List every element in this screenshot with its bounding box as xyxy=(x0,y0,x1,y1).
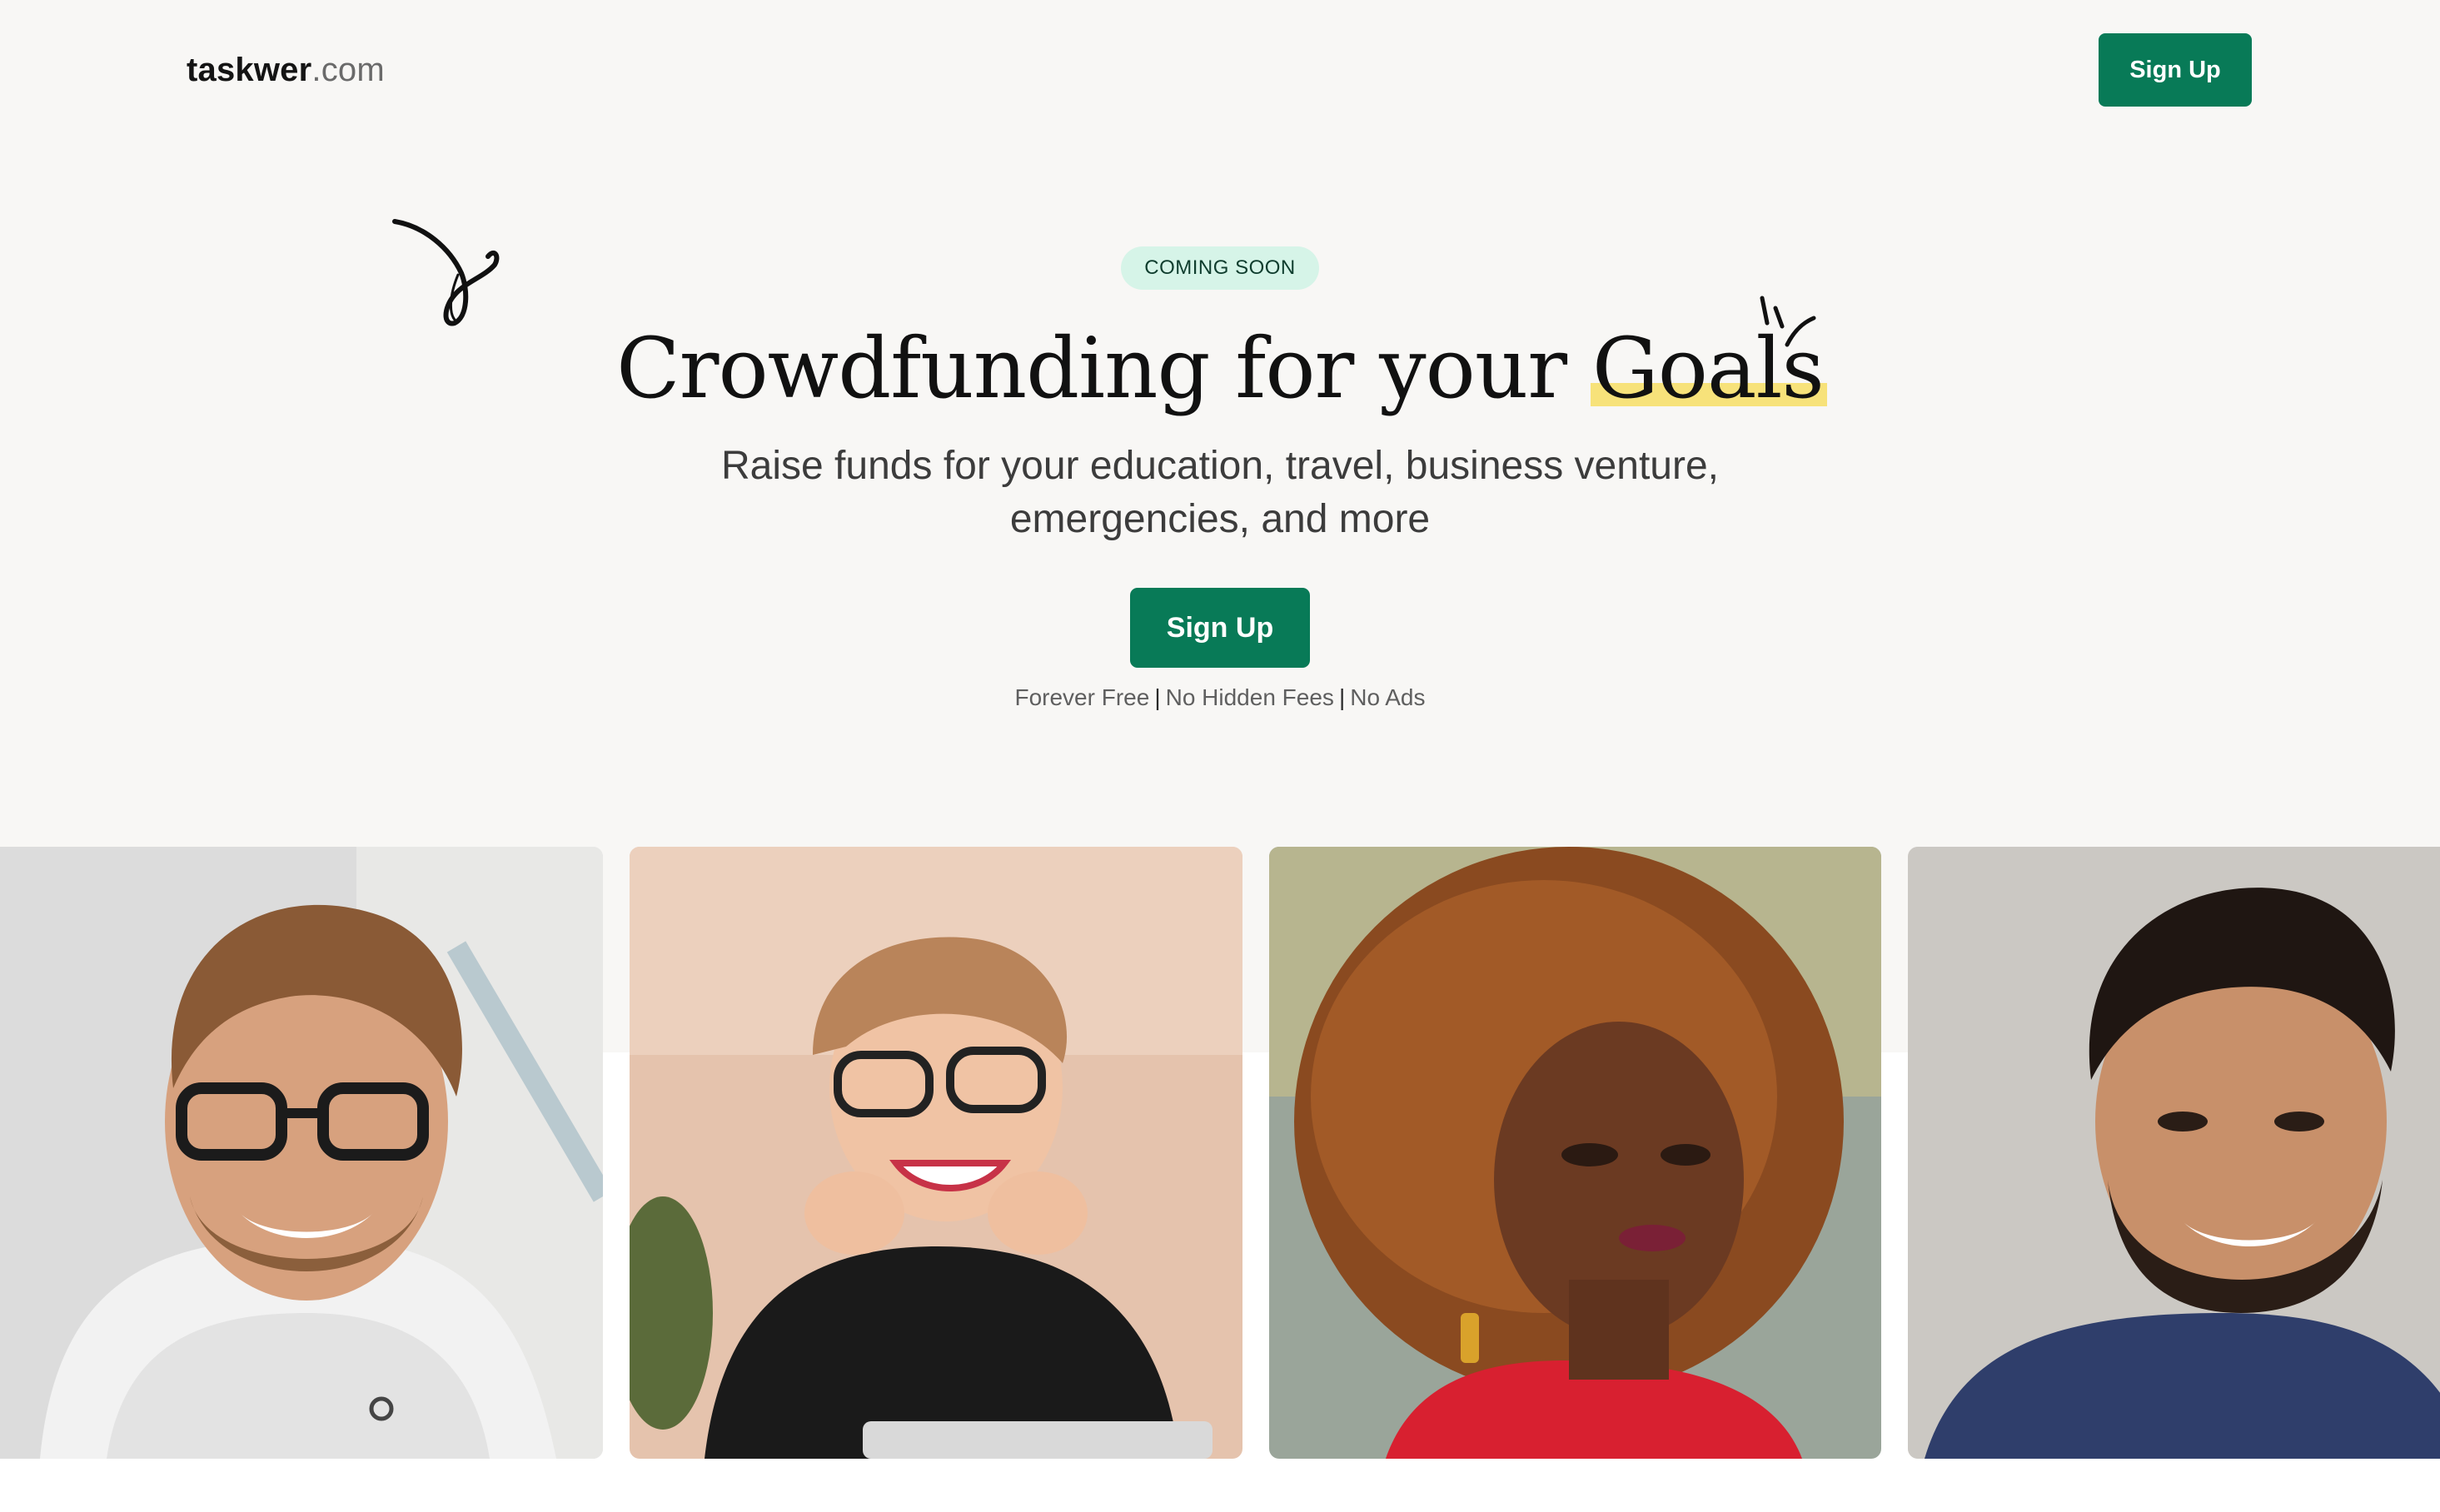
brand-tld: .com xyxy=(311,52,385,88)
coming-soon-badge: COMING SOON xyxy=(1121,246,1319,290)
subtitle-line-2: emergencies, and more xyxy=(1009,497,1431,541)
hero-subtitle: Raise funds for your education, travel, … xyxy=(0,440,2440,546)
feature-no-ads: No Ads xyxy=(1350,684,1426,710)
headline-text: Crowdfunding for your xyxy=(616,320,1592,417)
feature-forever-free: Forever Free xyxy=(1014,684,1150,710)
headline-highlight: Goals xyxy=(1590,315,1827,423)
brand-name: taskwer xyxy=(187,52,312,88)
smiling-man-glasses-hoodie-photo xyxy=(0,847,603,1459)
feature-no-hidden-fees: No Hidden Fees xyxy=(1165,684,1334,710)
features-line: Forever Free | No Hidden Fees | No Ads xyxy=(0,681,2440,714)
feature-separator: | xyxy=(1338,684,1346,710)
woman-curly-hair-photo xyxy=(1269,847,1881,1459)
brand-logo[interactable]: taskwer.com xyxy=(187,47,385,93)
feature-separator: | xyxy=(1154,684,1161,710)
smiling-woman-glasses-photo xyxy=(630,847,1242,1459)
hero-signup-button[interactable]: Sign Up xyxy=(1130,588,1310,668)
squiggle-arrow-icon xyxy=(392,219,500,326)
smiling-bearded-man-photo xyxy=(1908,847,2440,1459)
subtitle-line-1: Raise funds for your education, travel, … xyxy=(721,444,1719,488)
landing-page: taskwer.com Sign Up COMING SOON Crowdfun… xyxy=(0,0,2440,1512)
hero-headline: Crowdfunding for your Goals xyxy=(0,315,2440,423)
headline-highlight-text: Goals xyxy=(1591,320,1825,417)
header-signup-button[interactable]: Sign Up xyxy=(2099,33,2252,107)
